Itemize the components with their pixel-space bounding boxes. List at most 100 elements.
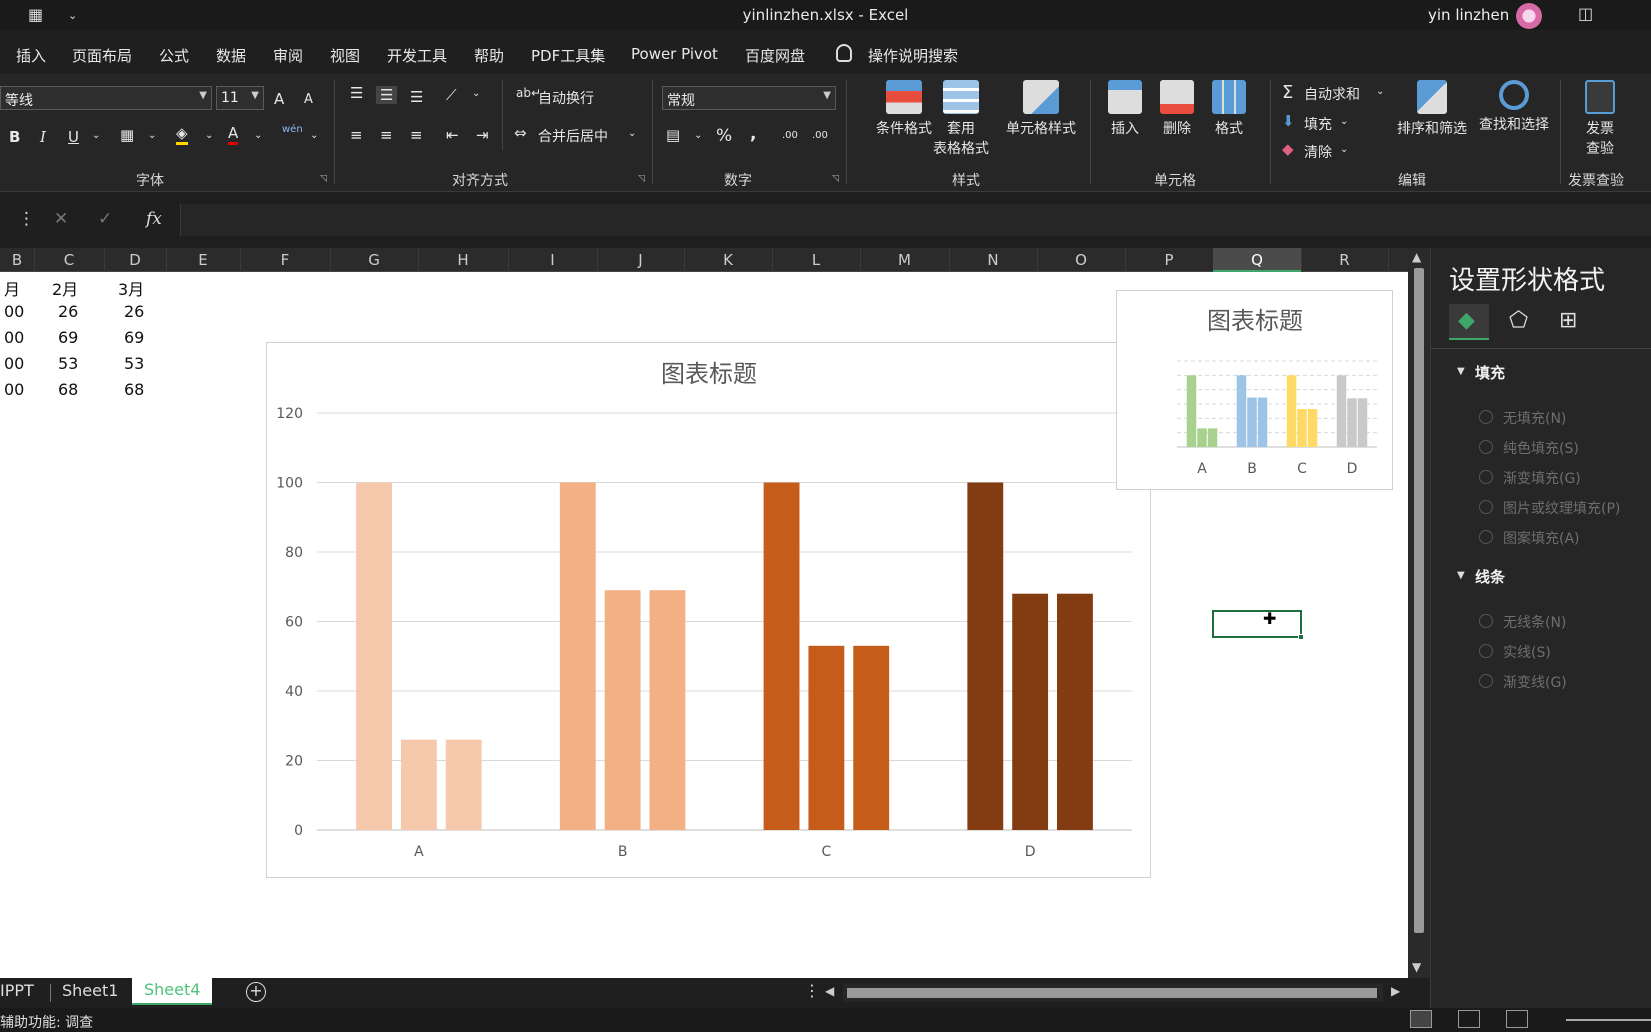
table-cell[interactable]: 26 <box>58 302 78 321</box>
tab-review[interactable]: 审阅 <box>273 45 303 66</box>
align-bottom-icon[interactable]: ☰ <box>410 88 423 106</box>
column-header-r[interactable]: R <box>1301 251 1388 269</box>
column-header-l[interactable]: L <box>772 251 860 269</box>
page-break-view-icon[interactable] <box>1506 1010 1528 1028</box>
radio-option-label[interactable]: 无填充(N) <box>1503 408 1566 428</box>
chevron-down-icon[interactable]: ⌄ <box>694 130 702 141</box>
tab-insert[interactable]: 插入 <box>16 45 46 66</box>
dialog-launcher-icon[interactable]: ◹ <box>320 174 327 184</box>
column-header-g[interactable]: G <box>330 251 418 269</box>
increase-font-button[interactable]: A <box>274 90 284 108</box>
add-sheet-icon[interactable]: + <box>246 982 266 1002</box>
chevron-down-icon[interactable]: ⌄ <box>254 130 262 141</box>
format-cells-button[interactable]: 格式 <box>1206 80 1252 138</box>
chevron-down-icon[interactable]: ⌄ <box>472 88 480 99</box>
dialog-launcher-icon[interactable]: ◹ <box>832 174 839 184</box>
effects-tab[interactable]: ⬠ <box>1499 304 1539 340</box>
radio-option-label[interactable]: 实线(S) <box>1503 642 1551 662</box>
radio-button[interactable] <box>1479 500 1493 514</box>
comma-button[interactable]: , <box>750 124 756 144</box>
table-cell[interactable]: 00 <box>4 328 24 347</box>
align-middle-icon[interactable]: ☰ <box>376 86 398 104</box>
cell-styles-button[interactable]: 单元格样式 <box>1002 80 1080 138</box>
tab-pdf-tools[interactable]: PDF工具集 <box>531 45 605 66</box>
dialog-launcher-icon[interactable]: ◹ <box>638 174 645 184</box>
mini-chart[interactable]: 图表标题 A B C D <box>1116 290 1393 490</box>
cancel-icon[interactable]: ✕ <box>54 209 68 229</box>
table-cell[interactable]: 68 <box>58 380 78 399</box>
scrollbar-thumb[interactable] <box>1414 268 1424 933</box>
font-color-button[interactable]: A <box>228 124 239 145</box>
vertical-scrollbar[interactable]: ▲ ▼ <box>1408 248 1430 978</box>
table-cell[interactable]: 53 <box>58 354 78 373</box>
selected-cell[interactable] <box>1212 610 1304 640</box>
column-header-m[interactable]: M <box>860 251 949 269</box>
column-header-n[interactable]: N <box>949 251 1037 269</box>
number-format-dropdown[interactable]: 常规 ▼ <box>662 86 836 110</box>
align-left-icon[interactable]: ≡ <box>350 126 363 144</box>
tab-formulas[interactable]: 公式 <box>159 45 189 66</box>
fill-handle[interactable] <box>1298 634 1304 640</box>
table-cell[interactable]: 00 <box>4 380 24 399</box>
page-layout-view-icon[interactable] <box>1458 1010 1480 1028</box>
wrap-text-button[interactable]: 自动换行 <box>538 88 594 108</box>
table-cell[interactable]: 69 <box>124 328 144 347</box>
table-cell[interactable]: 69 <box>58 328 78 347</box>
border-icon[interactable]: ▦ <box>120 126 134 144</box>
tab-baidu-disk[interactable]: 百度网盘 <box>745 45 805 66</box>
main-chart[interactable]: 图表标题 0 20 40 60 80 100 120 A B C D <box>266 342 1151 878</box>
radio-option-label[interactable]: 渐变线(G) <box>1503 672 1567 692</box>
fill-line-tab[interactable]: ◆ <box>1449 304 1489 340</box>
radio-option-label[interactable]: 图案填充(A) <box>1503 528 1580 548</box>
ribbon-display-icon[interactable]: ◫ <box>1578 4 1593 23</box>
find-select-button[interactable]: 查找和选择 <box>1474 80 1554 134</box>
column-header-q[interactable]: Q <box>1213 248 1301 272</box>
radio-option-label[interactable]: 纯色填充(S) <box>1503 438 1579 458</box>
phonetic-button[interactable]: wén <box>282 124 303 135</box>
increase-indent-icon[interactable]: ⇥ <box>476 126 489 144</box>
table-cell[interactable]: 26 <box>124 302 144 321</box>
chevron-down-icon[interactable]: ▼ <box>1457 366 1465 377</box>
tab-power-pivot[interactable]: Power Pivot <box>631 45 718 63</box>
table-cell[interactable]: 53 <box>124 354 144 373</box>
user-name[interactable]: yin linzhen <box>1428 6 1509 24</box>
table-cell[interactable]: 00 <box>4 354 24 373</box>
formula-input[interactable] <box>180 204 1651 236</box>
chevron-down-icon[interactable]: ⌄ <box>1340 116 1348 127</box>
radio-button[interactable] <box>1479 644 1493 658</box>
column-header-i[interactable]: I <box>508 251 597 269</box>
chevron-down-icon[interactable]: ⌄ <box>310 130 318 141</box>
tab-developer[interactable]: 开发工具 <box>387 45 447 66</box>
underline-button[interactable]: U <box>68 128 79 146</box>
column-header-c[interactable]: C <box>34 251 104 269</box>
fill-color-icon[interactable]: ◈ <box>176 124 188 145</box>
currency-icon[interactable]: ▤ <box>666 126 680 144</box>
column-header-p[interactable]: P <box>1125 251 1213 269</box>
line-section-header[interactable]: 线条 <box>1475 566 1505 587</box>
sort-filter-button[interactable]: 排序和筛选 <box>1392 80 1472 138</box>
avatar[interactable] <box>1516 3 1542 29</box>
delete-cells-button[interactable]: 删除 <box>1154 80 1200 138</box>
merge-center-button[interactable]: 合并后居中 <box>538 126 608 146</box>
fill-button[interactable]: 填充 <box>1304 114 1332 134</box>
radio-option-label[interactable]: 渐变填充(G) <box>1503 468 1581 488</box>
tab-page-layout[interactable]: 页面布局 <box>72 45 132 66</box>
increase-decimal-button[interactable]: .00 <box>782 130 798 141</box>
scroll-down-icon[interactable]: ▼ <box>1412 960 1421 974</box>
column-header-k[interactable]: K <box>684 251 772 269</box>
column-divider[interactable] <box>1388 248 1389 272</box>
tab-data[interactable]: 数据 <box>216 45 246 66</box>
scroll-up-icon[interactable]: ▲ <box>1412 250 1421 264</box>
invoice-check-button[interactable]: 发票 查验 <box>1570 80 1630 158</box>
column-header-j[interactable]: J <box>597 251 684 269</box>
more-options-icon[interactable]: ⋮ <box>18 209 35 229</box>
font-size-dropdown[interactable]: 11 ▼ <box>216 86 264 110</box>
column-header-h[interactable]: H <box>418 251 508 269</box>
table-cell[interactable]: 00 <box>4 302 24 321</box>
format-as-table-button[interactable]: 套用 表格格式 <box>920 80 1002 158</box>
sheet-tab-sheet4[interactable]: Sheet4 <box>132 978 213 1005</box>
radio-button[interactable] <box>1479 530 1493 544</box>
clear-button[interactable]: 清除 <box>1304 142 1332 162</box>
normal-view-icon[interactable] <box>1410 1010 1432 1028</box>
italic-button[interactable]: I <box>40 128 46 146</box>
